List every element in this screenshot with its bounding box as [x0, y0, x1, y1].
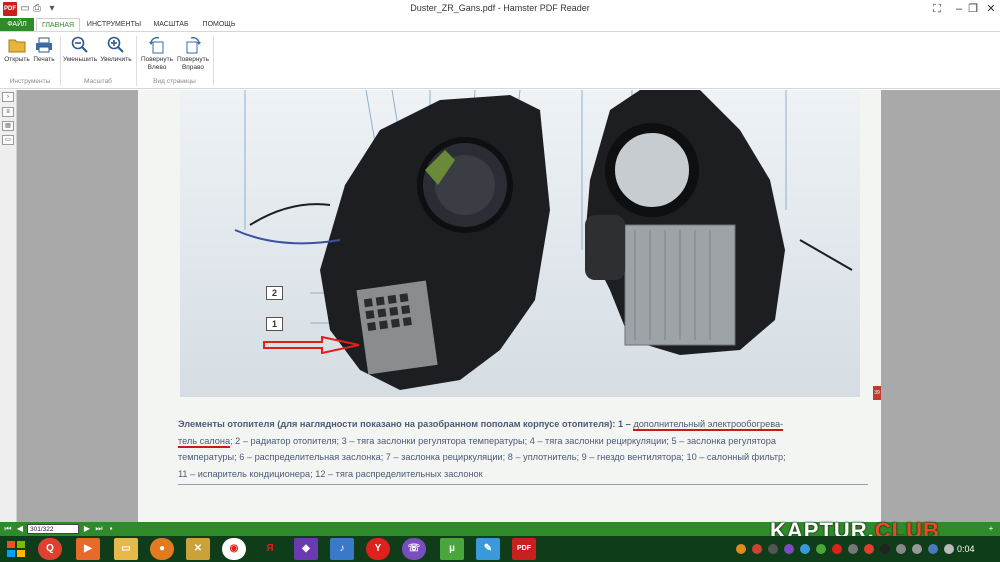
zoom-in-button[interactable]: Увеличить	[99, 36, 133, 74]
pdf-reader-window: PDF ▭ ⎙ ▾ Duster_ZR_Gans.pdf - Hamster P…	[0, 0, 1000, 562]
open-button[interactable]: Открыть	[4, 36, 30, 74]
bookmarks-icon[interactable]: ▤	[2, 121, 14, 131]
tab-file[interactable]: ФАЙЛ	[0, 18, 34, 32]
fullscreen-icon[interactable]: ⛶	[926, 0, 948, 18]
callout-1: 1	[266, 317, 283, 331]
tab-tools[interactable]: ИНСТРУМЕНТЫ	[84, 18, 144, 32]
tab-help[interactable]: ПОМОЩЬ	[198, 18, 240, 32]
volume-icon[interactable]	[912, 544, 922, 554]
zoom-out-button[interactable]: Уменьшить	[63, 36, 97, 74]
page-number-input[interactable]	[27, 524, 79, 534]
rotate-left-label: Повернуть Влево	[140, 56, 174, 71]
thumbnails-icon[interactable]: ≡	[2, 107, 14, 117]
zoom-in-icon	[107, 36, 124, 53]
caption-highlight-1: дополнительный электрообогрева-	[633, 419, 784, 431]
folder-icon	[8, 39, 26, 53]
caption-line-1: Элементы отопителя (для наглядности пока…	[178, 416, 868, 433]
last-page-icon[interactable]: ⏭	[94, 524, 104, 534]
title-bar: PDF ▭ ⎙ ▾ Duster_ZR_Gans.pdf - Hamster P…	[0, 0, 1000, 18]
search-app-icon[interactable]: Q	[38, 538, 62, 560]
ribbon: Открыть Печать Инструменты Уменьшить Уве…	[0, 31, 1000, 89]
yandex-browser-icon[interactable]: Y	[366, 538, 390, 560]
zoom-in-label: Увеличить	[100, 56, 132, 63]
windows-start-icon[interactable]	[4, 538, 28, 560]
prev-page-icon[interactable]: ◀	[15, 524, 25, 534]
caption-rule	[178, 484, 868, 485]
printer-icon	[36, 37, 52, 53]
tray-icon[interactable]	[800, 544, 810, 554]
tab-home[interactable]: ГЛАВНАЯ	[36, 18, 80, 32]
utorrent-icon[interactable]: µ	[440, 538, 464, 560]
tab-zoom[interactable]: МАСШТАБ	[148, 18, 194, 32]
viber-icon[interactable]: ☏	[402, 538, 426, 560]
tray-icon[interactable]	[768, 544, 778, 554]
tray-icon[interactable]	[880, 544, 890, 554]
yandex-icon[interactable]: Я	[258, 538, 282, 560]
file-explorer-icon[interactable]: ▭	[114, 538, 138, 560]
clock[interactable]: 0:04	[957, 544, 975, 554]
figure-caption: Элементы отопителя (для наглядности пока…	[178, 416, 868, 482]
app-x-icon[interactable]: ✕	[186, 538, 210, 560]
caption-lead: Элементы отопителя (для наглядности пока…	[178, 419, 634, 429]
tray-icon[interactable]	[864, 544, 874, 554]
group-label-view: Вид страницы	[153, 78, 196, 85]
window-title: Duster_ZR_Gans.pdf - Hamster PDF Reader	[410, 3, 590, 13]
rotate-right-label: Повернуть Вправо	[176, 56, 210, 71]
close-button[interactable]: ✕	[980, 0, 1000, 18]
language-icon[interactable]	[928, 544, 938, 554]
page-options-icon[interactable]: ▪	[106, 524, 116, 534]
network-icon[interactable]	[896, 544, 906, 554]
expand-panel-icon[interactable]: ›	[2, 92, 14, 102]
rotate-right-button[interactable]: Повернуть Вправо	[176, 36, 210, 74]
volume-app-icon[interactable]: ♪	[330, 538, 354, 560]
caption-line-4: 11 – испаритель кондиционера; 12 – тяга …	[178, 468, 483, 479]
ribbon-tabs: ФАЙЛ ГЛАВНАЯ ИНСТРУМЕНТЫ МАСШТАБ ПОМОЩЬ	[0, 18, 1000, 32]
callout-2: 2	[266, 286, 283, 300]
open-label: Открыть	[4, 56, 30, 63]
red-arrow-annotation	[263, 336, 360, 354]
print-label: Печать	[33, 56, 55, 63]
group-divider	[213, 36, 214, 86]
caption-line-3: температуры; 6 – распределительная засло…	[178, 452, 786, 462]
document-viewport[interactable]: 2 1 39 Элементы отопителя (для нагляднос…	[17, 90, 1000, 522]
caption-line-2: тель салона; 2 – радиатор отопителя; 3 –…	[178, 433, 868, 450]
next-page-icon[interactable]: ▶	[82, 524, 92, 534]
group-label-tools: Инструменты	[9, 78, 51, 85]
pages-icon[interactable]: ▭	[2, 135, 14, 145]
tray-icon[interactable]	[816, 544, 826, 554]
paint-icon[interactable]: ✎	[476, 538, 500, 560]
rotate-left-button[interactable]: Повернуть Влево	[140, 36, 174, 74]
visual-studio-icon[interactable]: ◆	[294, 538, 318, 560]
firefox-icon[interactable]: ●	[150, 538, 174, 560]
tray-icon[interactable]	[784, 544, 794, 554]
caption-line-2-rest: ; 2 – радиатор отопителя; 3 – тяга засло…	[230, 435, 777, 446]
side-panel-strip: › ≡ ▤ ▭	[0, 90, 17, 522]
media-player-icon[interactable]: ▶	[76, 538, 100, 560]
zoom-out-icon	[71, 36, 88, 53]
notifications-icon[interactable]	[944, 544, 954, 554]
zoom-out-label: Уменьшить	[63, 56, 98, 63]
group-label-zoom: Масштаб	[84, 78, 112, 85]
camera-app-icon[interactable]: ◉	[222, 538, 246, 560]
first-page-icon[interactable]: ⏮	[3, 524, 13, 534]
windows-taskbar: Q ▶ ▭ ● ✕ ◉ Я ◆ ♪ Y ☏ µ ✎ PDF 0:04	[0, 536, 1000, 562]
print-button[interactable]: Печать	[31, 36, 57, 74]
zoom-plus-icon[interactable]: +	[986, 524, 996, 534]
pdf-reader-taskbar-icon[interactable]: PDF	[512, 538, 536, 560]
pdf-page: 2 1 39 Элементы отопителя (для нагляднос…	[138, 90, 881, 522]
caption-highlight-2: тель салона	[178, 435, 231, 448]
tray-icon[interactable]	[752, 544, 762, 554]
rotate-right-icon	[186, 36, 201, 54]
tray-icon[interactable]	[848, 544, 858, 554]
tray-icon[interactable]	[736, 544, 746, 554]
tray-icon[interactable]	[832, 544, 842, 554]
page-side-marker: 39	[873, 386, 881, 400]
rotate-left-icon	[149, 36, 164, 54]
